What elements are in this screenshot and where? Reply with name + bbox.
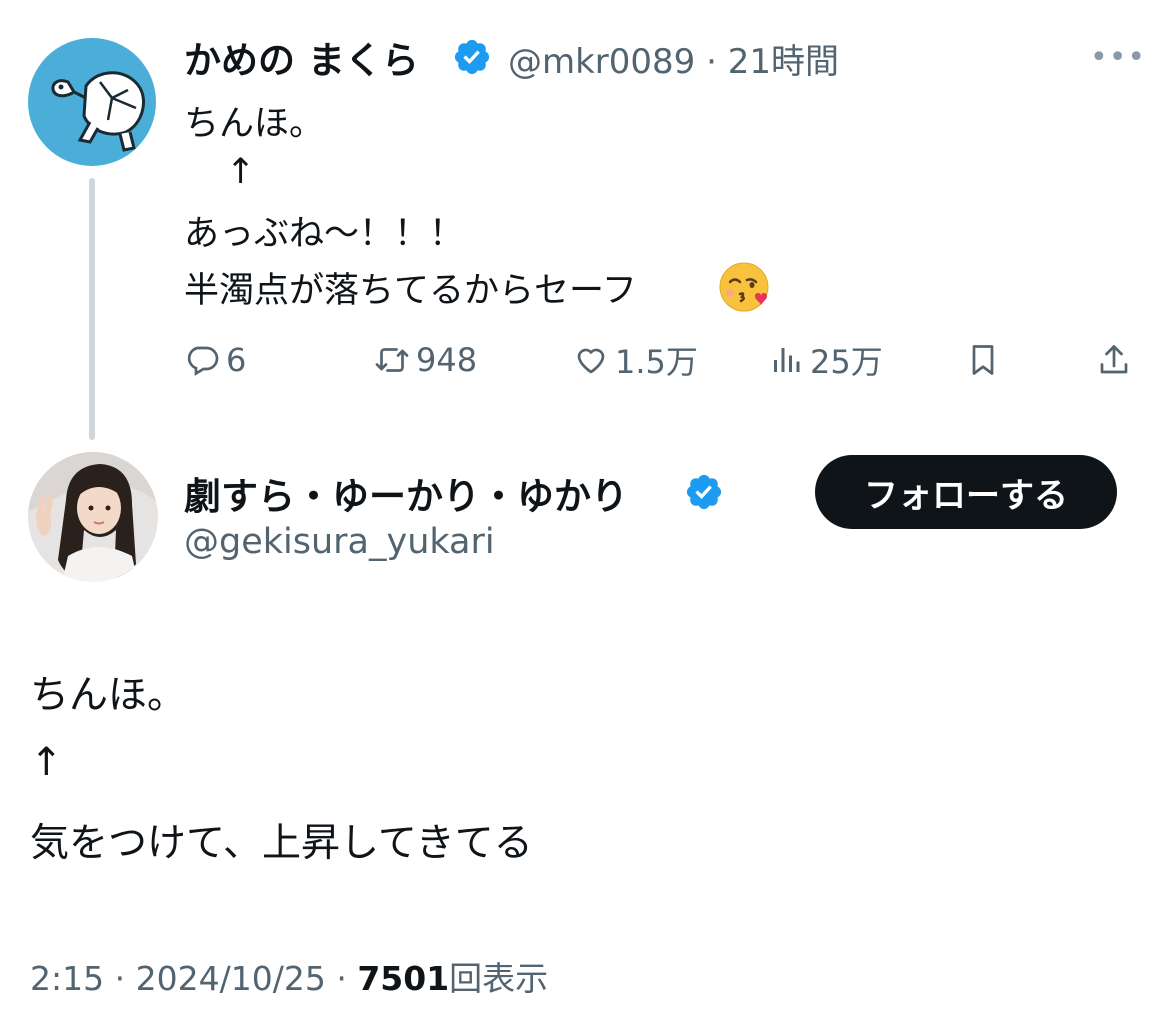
tweet-time[interactable]: 21時間 [728,42,839,82]
views-count: 7501 [357,959,450,998]
footer-separator: · [336,959,347,998]
tweet-text-line: ちんほ。 [30,673,187,718]
display-name[interactable]: 劇すら・ゆーかり・ゆかり [184,466,628,520]
like-icon [577,348,605,374]
views-icon [774,348,800,372]
tweet-meta: @mkr0089 · 21時間 [508,34,839,83]
footer-separator: · [114,959,126,998]
bookmark-button[interactable] [965,338,1007,382]
share-icon [1100,345,1128,374]
like-button[interactable]: 1.5万 [573,338,698,382]
tweet-text-line: ちんほ。 [184,104,325,144]
retweet-count: 948 [416,341,478,379]
tweet-footer: 2:15 · 2024/10/25 · 7501回表示 [30,952,548,1000]
reply-button[interactable]: 6 [184,338,246,382]
tweet-time[interactable]: 2:15 [30,959,104,998]
handle[interactable]: @gekisura_yukari [184,522,495,562]
verified-badge-icon [454,39,490,75]
views-count: 25万 [810,343,883,381]
tweet-text-line: ↑ [30,740,63,785]
thread-connector-line [89,178,95,440]
verified-badge-icon [686,474,722,510]
avatar-gekisura-yukari[interactable] [28,452,158,582]
like-count: 1.5万 [615,343,698,381]
display-name[interactable]: かめの まくら [184,30,419,84]
tweet-date[interactable]: 2024/10/25 [136,959,326,998]
meta-separator: · [706,42,717,82]
retweet-icon [375,348,409,372]
avatar-kameno-makura[interactable] [28,38,156,166]
tweet-text-line: ↑ [226,152,256,192]
follow-button[interactable]: フォローする [815,455,1117,529]
views-button[interactable]: 25万 [768,338,883,382]
face-throwing-kiss-emoji-icon [719,262,769,312]
bookmark-icon [972,345,994,375]
more-icon[interactable]: ••• [1090,40,1146,75]
views-label: 回表示 [449,959,549,998]
reply-count: 6 [226,341,247,379]
tweet-text-line: あっぶね〜！！！ [184,214,465,254]
tweet-text-line: 気をつけて、上昇してきてる [30,821,533,866]
retweet-button[interactable]: 948 [374,338,477,382]
tweet-text-line: 半濁点が落ちてるからセーフ [184,271,637,311]
handle[interactable]: @mkr0089 [508,42,695,82]
reply-icon [187,346,219,376]
share-button[interactable] [1096,338,1138,382]
